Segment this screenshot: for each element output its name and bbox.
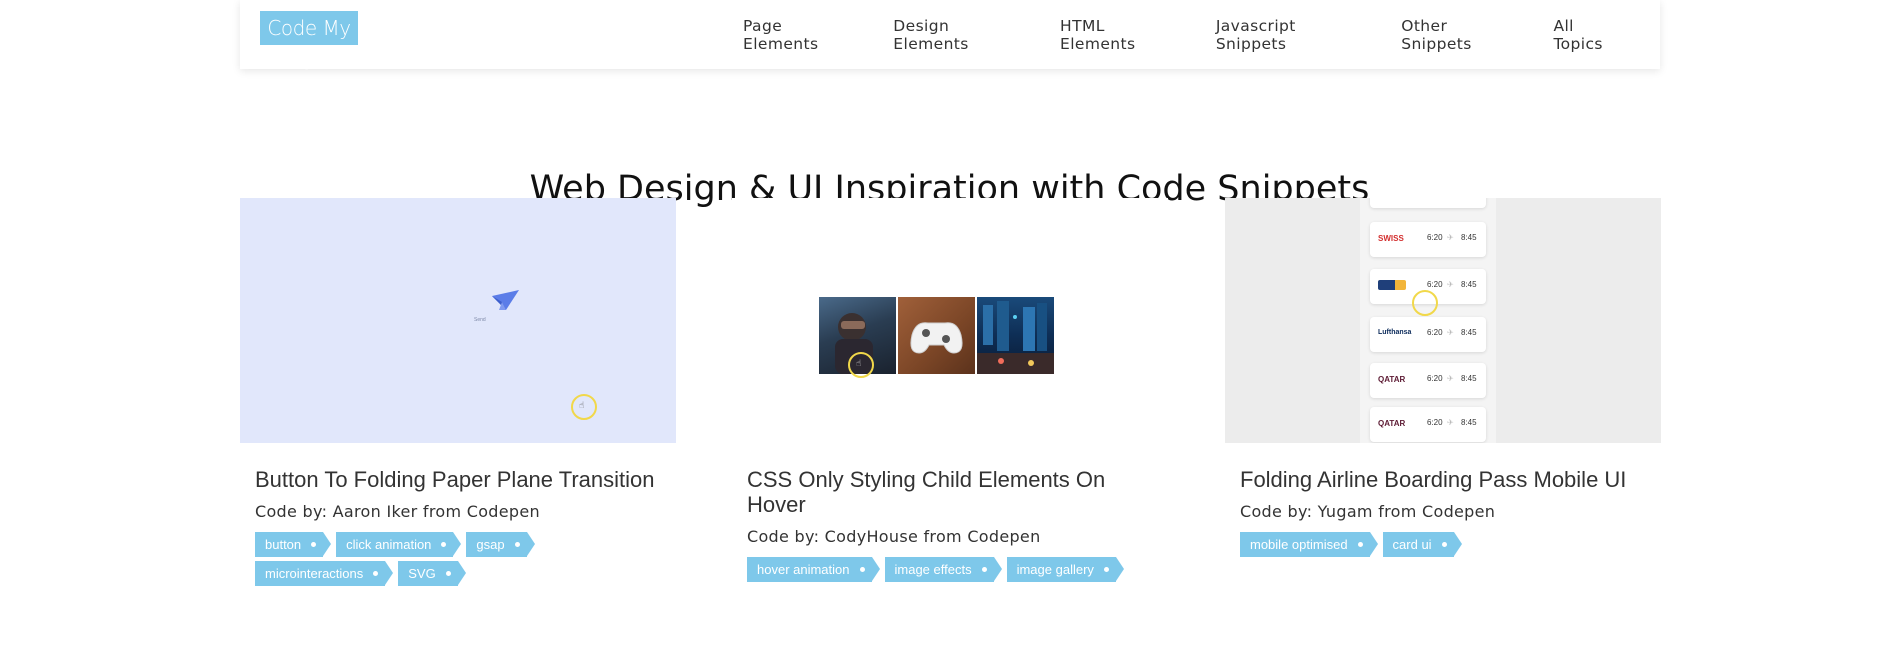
tag[interactable]: SVG (398, 561, 467, 586)
card-thumbnail[interactable]: Send ☝ (240, 198, 676, 443)
tag[interactable]: gsap (466, 532, 535, 557)
airline-logo: QATAR (1378, 375, 1406, 384)
departure-time: 6:20 (1427, 328, 1443, 337)
tag[interactable]: card ui (1382, 532, 1462, 557)
airline-logo: SWISS (1378, 234, 1404, 243)
departure-time: 6:20 (1427, 418, 1443, 427)
flight-card: Lufthansa 6:20 ✈ 8:45 (1370, 317, 1486, 352)
snippet-card: SWISS 6:20 ✈ 8:45 6:20 ✈ 8:45 Lufthansa … (1225, 198, 1661, 561)
tag-list: button click animation gsap microinteractio… (255, 532, 675, 590)
arrival-time: 8:45 (1461, 418, 1477, 427)
flight-card: QATAR 6:20 ✈ 8:45 (1370, 363, 1486, 398)
departure-time: 6:20 (1427, 374, 1443, 383)
photo-city-street (977, 297, 1054, 374)
tag[interactable]: microinteractions (255, 561, 394, 586)
card-title[interactable]: Button To Folding Paper Plane Transition (255, 467, 655, 492)
nav-page-elements[interactable]: Page Elements (743, 17, 860, 53)
send-label: Send (474, 317, 486, 323)
flight-card: QATAR 6:20 ✈ 8:45 (1370, 407, 1486, 442)
site-logo[interactable]: Code My UI (260, 11, 358, 74)
card-title[interactable]: CSS Only Styling Child Elements On Hover (747, 467, 1147, 517)
snippet-card: Send ☝ Button To Folding Paper Plane Tra… (240, 198, 676, 590)
nav-other-snippets[interactable]: Other Snippets (1401, 17, 1520, 53)
tag[interactable]: mobile optimised (1240, 532, 1378, 557)
flight-card (1370, 198, 1486, 208)
nav-html-elements[interactable]: HTML Elements (1060, 17, 1183, 53)
departure-time: 6:20 (1427, 280, 1443, 289)
tag-list: hover animation image effects image galler… (747, 557, 1167, 586)
tag[interactable]: hover animation (747, 557, 879, 582)
arrival-time: 8:45 (1461, 280, 1477, 289)
tag[interactable]: button (255, 532, 332, 557)
nav-design-elements[interactable]: Design Elements (893, 17, 1027, 53)
snippet-card: ☝ CSS Only Styling Child Elements On Hov… (732, 198, 1168, 586)
tag[interactable]: image effects (884, 557, 1002, 582)
tag-list: mobile optimised card ui (1240, 532, 1660, 561)
plane-icon: ✈ (1447, 280, 1454, 289)
tag[interactable]: image gallery (1006, 557, 1125, 582)
card-thumbnail[interactable]: ☝ (732, 198, 1168, 443)
arrival-time: 8:45 (1461, 374, 1477, 383)
plane-icon: ✈ (1447, 374, 1454, 383)
flight-card: SWISS 6:20 ✈ 8:45 (1370, 222, 1486, 257)
cursor-highlight (1412, 290, 1438, 316)
site-header: Code My UI Page Elements Design Elements… (240, 0, 1660, 74)
plane-icon: ✈ (1447, 328, 1454, 337)
pointer-icon: ☝ (856, 359, 862, 369)
departure-time: 6:20 (1427, 233, 1443, 242)
arrival-time: 8:45 (1461, 328, 1477, 337)
card-title[interactable]: Folding Airline Boarding Pass Mobile UI (1240, 467, 1660, 492)
nav-all-topics[interactable]: All Topics (1553, 17, 1627, 53)
arrival-time: 8:45 (1461, 233, 1477, 242)
plane-icon: ✈ (1447, 233, 1454, 242)
airline-logo: QATAR (1378, 419, 1406, 428)
plane-icon: ✈ (1447, 418, 1454, 427)
main-nav: Page Elements Design Elements HTML Eleme… (743, 0, 1660, 69)
card-thumbnail[interactable]: SWISS 6:20 ✈ 8:45 6:20 ✈ 8:45 Lufthansa … (1225, 198, 1661, 443)
pointer-icon: ☝ (579, 401, 585, 411)
card-author: Code by: CodyHouse from Codepen (747, 527, 1041, 546)
photo-game-controller (898, 297, 975, 374)
paper-plane-icon (492, 290, 519, 310)
airline-logo: Lufthansa (1378, 329, 1412, 336)
nav-javascript-snippets[interactable]: Javascript Snippets (1216, 17, 1368, 53)
airline-bird-icon (1378, 280, 1406, 290)
card-author: Code by: Yugam from Codepen (1240, 502, 1496, 521)
card-author: Code by: Aaron Iker from Codepen (255, 502, 540, 521)
tag[interactable]: click animation (336, 532, 462, 557)
